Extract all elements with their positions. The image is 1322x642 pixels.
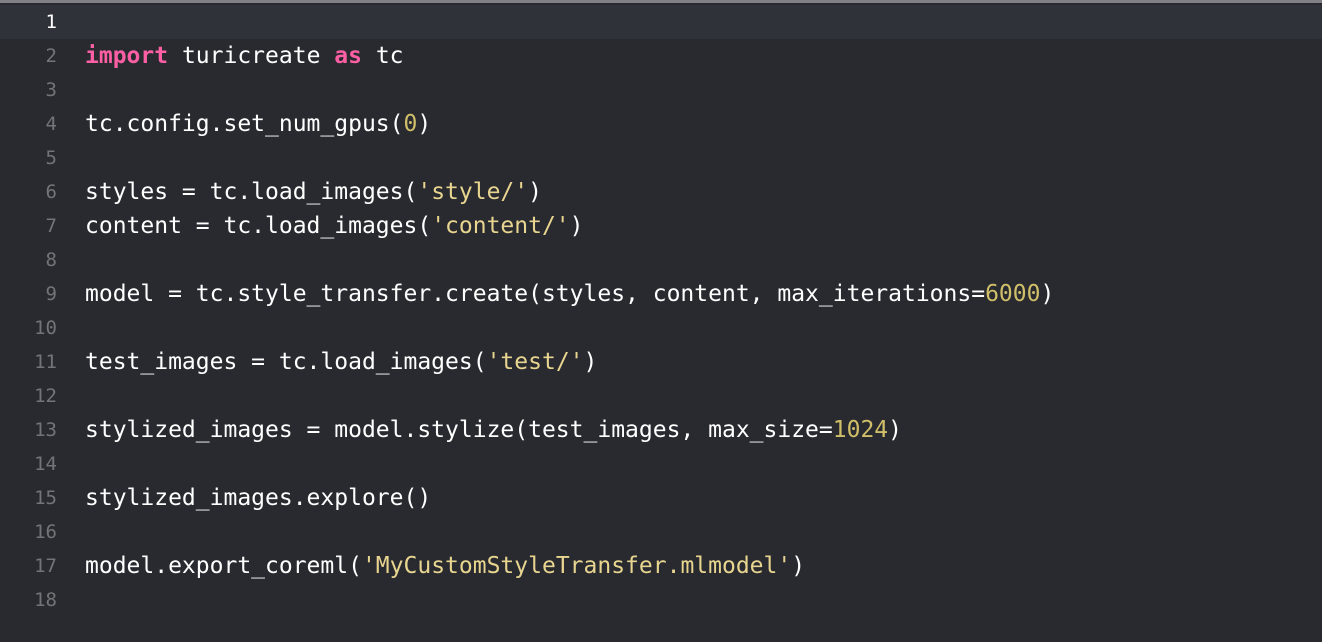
code-token: ) (1040, 281, 1055, 307)
line-number: 9 (45, 283, 57, 305)
code-token: test_images = tc.load_images( (85, 349, 487, 375)
code-line[interactable]: 16 (0, 515, 1322, 549)
code-token: stylized_images = model.stylize(test_ima… (85, 417, 833, 443)
code-line[interactable]: 8 (0, 243, 1322, 277)
line-number: 7 (45, 215, 57, 237)
string-token: 'test/' (486, 349, 584, 375)
code-token: ) (583, 349, 598, 375)
code-token: model = tc.style_transfer.create(styles,… (85, 281, 986, 307)
line-number: 13 (34, 419, 57, 441)
line-number: 17 (34, 555, 57, 577)
code-token: ) (791, 553, 806, 579)
line-number: 4 (45, 113, 57, 135)
code-line[interactable]: 13 stylized_images = model.stylize(test_i… (0, 413, 1322, 447)
code-line[interactable]: 9 model = tc.style_transfer.create(styles… (0, 277, 1322, 311)
code-token: ) (888, 417, 902, 443)
code-token: styles = tc.load_images( (85, 179, 418, 205)
code-token: ) (569, 213, 584, 239)
line-code[interactable]: stylized_images = model.stylize(test_ima… (85, 413, 902, 447)
line-code[interactable]: tc.config.set_num_gpus(0) (85, 107, 431, 141)
code-line[interactable]: 5 (0, 141, 1322, 175)
line-number: 2 (45, 45, 57, 67)
code-line[interactable]: 14 (0, 447, 1322, 481)
string-token: 'MyCustomStyleTransfer.mlmodel' (361, 553, 792, 579)
line-number: 3 (45, 79, 57, 101)
string-token: 'content/' (431, 213, 570, 239)
code-line[interactable]: 18 (0, 583, 1322, 617)
code-line[interactable]: 1 (0, 5, 1322, 39)
line-number: 12 (34, 385, 57, 407)
line-number: 10 (34, 317, 57, 339)
line-code[interactable]: import turicreate as tc (85, 39, 404, 73)
line-code[interactable]: model.export_coreml('MyCustomStyleTransf… (85, 549, 805, 583)
line-code[interactable]: test_images = tc.load_images('test/') (85, 345, 597, 379)
code-line[interactable]: 2 import turicreate as tc (0, 39, 1322, 73)
line-number: 18 (34, 589, 57, 611)
keyword-token: import (85, 43, 169, 69)
line-code[interactable]: content = tc.load_images('content/') (85, 209, 584, 243)
code-line[interactable]: 4 tc.config.set_num_gpus(0) (0, 107, 1322, 141)
code-editor[interactable]: 1 2 import turicreate as tc 3 4 tc.config.set… (0, 0, 1322, 642)
line-number: 8 (45, 249, 57, 271)
code-token: ) (528, 179, 542, 205)
line-code[interactable]: stylized_images.explore() (85, 481, 431, 515)
line-number: 1 (45, 11, 57, 33)
code-line[interactable]: 15 stylized_images.explore() (0, 481, 1322, 515)
line-number: 16 (34, 521, 57, 543)
code-token: ) (417, 111, 432, 137)
code-token: tc (361, 43, 404, 69)
code-lines[interactable]: 1 2 import turicreate as tc 3 4 tc.config.set… (0, 5, 1322, 617)
line-number: 6 (45, 181, 57, 203)
code-line[interactable]: 17 model.export_coreml('MyCustomStyleTran… (0, 549, 1322, 583)
string-token: 'style/' (417, 179, 529, 205)
code-token: tc.config.set_num_gpus( (85, 111, 404, 137)
number-token: 1024 (832, 417, 889, 443)
line-number: 11 (34, 351, 57, 373)
number-token: 0 (403, 111, 418, 137)
code-token: model.export_coreml( (85, 553, 362, 579)
code-token: turicreate (168, 43, 335, 69)
code-token: stylized_images.explore() (85, 485, 432, 511)
code-line[interactable]: 6 styles = tc.load_images('style/') (0, 175, 1322, 209)
code-line[interactable]: 12 (0, 379, 1322, 413)
line-code[interactable]: model = tc.style_transfer.create(styles,… (85, 277, 1054, 311)
keyword-token: as (334, 43, 362, 69)
line-code[interactable]: styles = tc.load_images('style/') (85, 175, 542, 209)
code-token: content = tc.load_images( (85, 213, 432, 239)
code-line[interactable]: 3 (0, 73, 1322, 107)
line-number: 5 (45, 147, 57, 169)
code-line[interactable]: 7 content = tc.load_images('content/') (0, 209, 1322, 243)
number-token: 6000 (985, 281, 1041, 307)
line-number: 15 (34, 487, 57, 509)
line-number: 14 (34, 453, 57, 475)
code-line[interactable]: 10 (0, 311, 1322, 345)
code-line[interactable]: 11 test_images = tc.load_images('test/') (0, 345, 1322, 379)
